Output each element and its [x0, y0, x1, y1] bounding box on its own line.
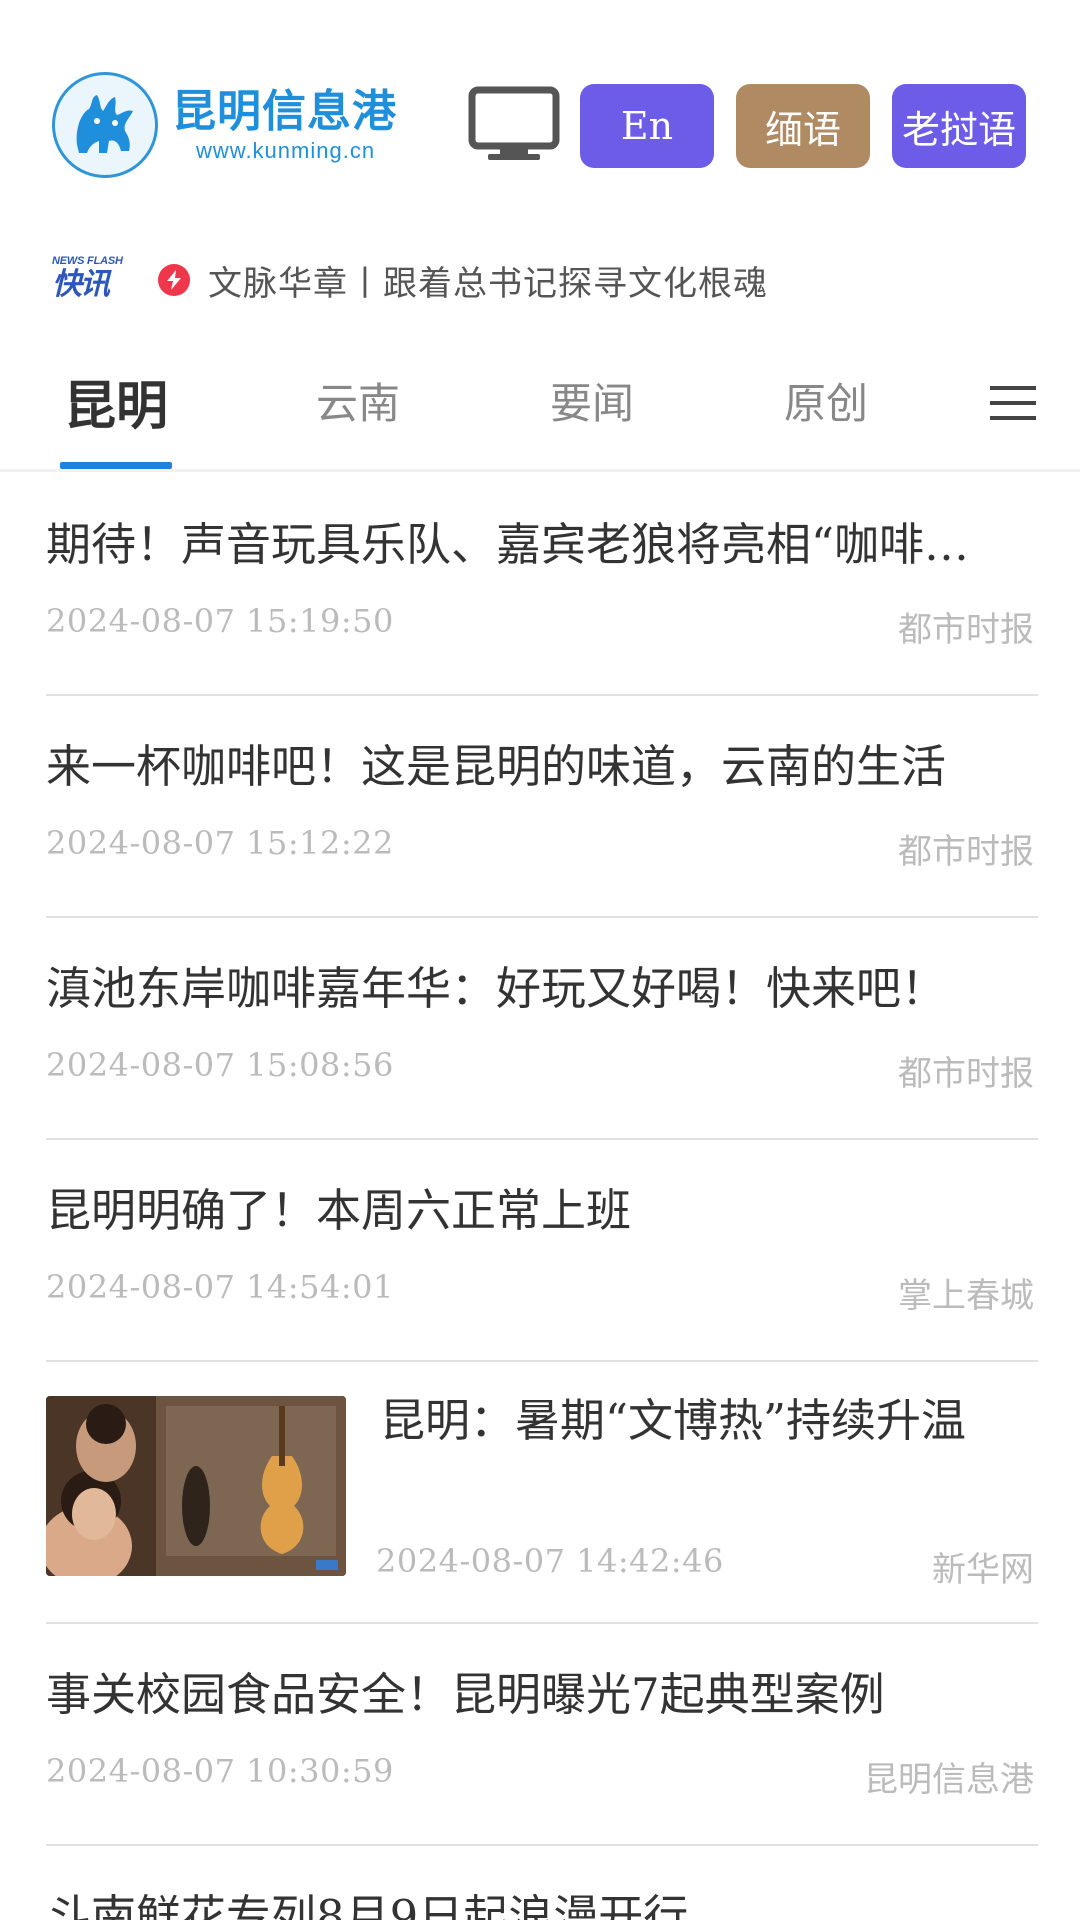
list-item[interactable]: 斗南鲜花专列8月9日起浪漫开行 [46, 1846, 1038, 1920]
news-source: 昆明信息港 [864, 1760, 1034, 1800]
news-time: 2024-08-07 10:30:59 [46, 1752, 394, 1790]
news-flash-headline[interactable]: 文脉华章丨跟着总书记探寻文化根魂 [208, 256, 768, 305]
news-title[interactable]: 期待！声音玩具乐队、嘉宾老狼将亮相“咖啡嘉年华” [46, 514, 1006, 576]
news-time: 2024-08-07 14:42:46 [376, 1542, 724, 1580]
tab-headlines[interactable]: 要闻 [550, 370, 634, 430]
news-source: 掌上春城 [898, 1276, 1034, 1316]
news-flash-badge-cn: 快讯 [52, 267, 110, 302]
lang-lao-button[interactable]: 老挝语 [892, 84, 1026, 168]
tab-kunming[interactable]: 昆明 [64, 364, 168, 437]
list-item[interactable]: 昆明明确了！本周六正常上班 2024-08-07 14:54:01 掌上春城 [46, 1140, 1038, 1362]
category-tabs: 昆明 云南 要闻 原创 [0, 350, 1080, 472]
news-title[interactable]: 来一杯咖啡吧！这是昆明的味道，云南的生活 [46, 736, 1006, 798]
news-title[interactable]: 事关校园食品安全！昆明曝光7起典型案例 [46, 1664, 1006, 1726]
logo-url: www.kunming.cn [196, 138, 376, 163]
news-source: 都市时报 [898, 610, 1034, 650]
menu-icon[interactable] [990, 380, 1036, 426]
news-flash-badge: NEWS FLASH 快讯 [52, 255, 132, 305]
news-time: 2024-08-07 15:08:56 [46, 1046, 394, 1084]
list-item[interactable]: 来一杯咖啡吧！这是昆明的味道，云南的生活 2024-08-07 15:12:22… [46, 696, 1038, 918]
news-source: 都市时报 [898, 832, 1034, 872]
logo-emblem-icon [52, 72, 158, 178]
news-title[interactable]: 昆明明确了！本周六正常上班 [46, 1180, 1006, 1242]
monitor-icon[interactable] [468, 86, 560, 166]
news-time: 2024-08-07 15:12:22 [46, 824, 394, 862]
news-title[interactable]: 昆明：暑期“文博热”持续升温 [380, 1390, 1010, 1452]
tab-yunnan[interactable]: 云南 [316, 370, 400, 430]
list-item[interactable]: 滇池东岸咖啡嘉年华：好玩又好喝！快来吧！ 2024-08-07 15:08:56… [46, 918, 1038, 1140]
lang-english-button[interactable]: En [580, 84, 714, 168]
app-root: 昆明信息港 www.kunming.cn En 缅语 老挝语 NEWS FLAS… [0, 0, 1080, 1920]
news-thumbnail[interactable] [46, 1396, 346, 1576]
header: 昆明信息港 www.kunming.cn En 缅语 老挝语 [0, 0, 1080, 230]
logo-title: 昆明信息港 [172, 86, 397, 137]
news-title[interactable]: 滇池东岸咖啡嘉年华：好玩又好喝！快来吧！ [46, 958, 1006, 1020]
news-list: 期待！声音玩具乐队、嘉宾老狼将亮相“咖啡嘉年华” 2024-08-07 15:1… [0, 474, 1080, 1920]
list-item[interactable]: 昆明：暑期“文博热”持续升温 2024-08-07 14:42:46 新华网 [46, 1362, 1038, 1624]
tab-original[interactable]: 原创 [784, 370, 868, 430]
list-item[interactable]: 期待！声音玩具乐队、嘉宾老狼将亮相“咖啡嘉年华” 2024-08-07 15:1… [46, 474, 1038, 696]
news-flash[interactable]: NEWS FLASH 快讯 文脉华章丨跟着总书记探寻文化根魂 [52, 250, 1032, 310]
news-source: 新华网 [932, 1550, 1034, 1590]
news-time: 2024-08-07 14:54:01 [46, 1268, 394, 1306]
news-title[interactable]: 斗南鲜花专列8月9日起浪漫开行 [46, 1886, 1006, 1920]
lightning-icon [158, 264, 190, 296]
site-logo[interactable]: 昆明信息港 www.kunming.cn [52, 70, 412, 180]
active-tab-indicator [60, 462, 172, 469]
news-time: 2024-08-07 15:19:50 [46, 602, 394, 640]
news-source: 都市时报 [898, 1054, 1034, 1094]
list-item[interactable]: 事关校园食品安全！昆明曝光7起典型案例 2024-08-07 10:30:59 … [46, 1624, 1038, 1846]
lang-burmese-button[interactable]: 缅语 [736, 84, 870, 168]
